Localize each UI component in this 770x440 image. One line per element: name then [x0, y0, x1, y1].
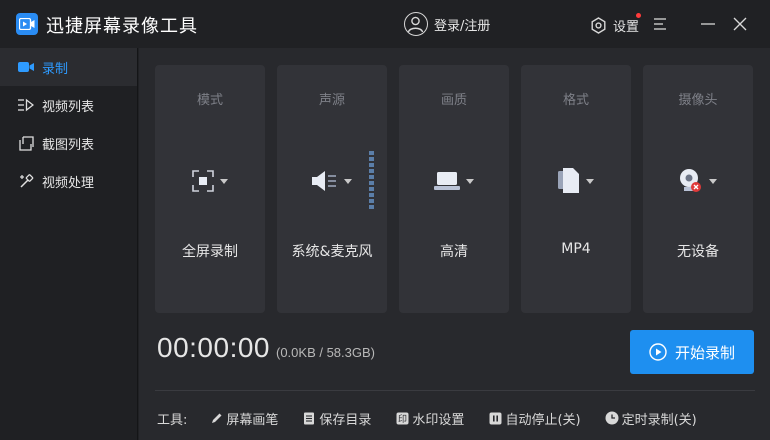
play-circle-icon [649, 343, 667, 361]
card-value: 全屏录制 [182, 244, 238, 260]
webcam-selector[interactable] [643, 165, 753, 197]
card-value: 无设备 [677, 244, 719, 260]
menu-button[interactable] [650, 14, 670, 34]
screenshot-list-icon [18, 135, 34, 151]
main-panel: 模式 全屏录制 声源 系统&麦克风 画质 高清 格式 MP4 摄像头 无设备 0… [139, 48, 770, 440]
card-value: 高清 [440, 244, 468, 260]
webcam-card[interactable]: 摄像头 无设备 [643, 65, 753, 313]
tool-label: 保存目录 [319, 412, 372, 428]
sidebar-item-record[interactable]: 录制 [0, 48, 137, 86]
notification-dot [636, 13, 641, 18]
pause-icon [488, 411, 502, 425]
camera-icon [18, 59, 34, 75]
gear-icon [591, 16, 606, 34]
sidebar-item-label: 截图列表 [42, 137, 95, 153]
recording-timer: 00:00:00 [157, 332, 270, 363]
app-title: 迅捷屏幕录像工具 [46, 16, 198, 37]
webcam-off-icon [680, 169, 701, 192]
menu-icon [654, 18, 666, 30]
format-card[interactable]: 格式 MP4 [521, 65, 631, 313]
chevron-down-icon [344, 178, 352, 184]
minimize-icon [701, 23, 715, 25]
settings-button[interactable]: 设置 [590, 13, 641, 35]
chevron-down-icon [586, 178, 594, 184]
user-avatar-icon [404, 12, 428, 36]
card-title: 模式 [196, 93, 223, 108]
chevron-down-icon [466, 178, 474, 184]
option-cards: 模式 全屏录制 声源 系统&麦克风 画质 高清 格式 MP4 摄像头 无设备 [155, 65, 753, 313]
clock-icon [605, 411, 619, 425]
sidebar-item-label: 录制 [42, 61, 69, 77]
sidebar-item-video-process[interactable]: 视频处理 [0, 162, 137, 200]
divider [155, 390, 755, 391]
quality-selector[interactable] [399, 165, 509, 197]
card-title: 声源 [318, 93, 345, 108]
sidebar: 录制 视频列表 截图列表 视频处理 [0, 48, 138, 440]
folder-icon [302, 411, 316, 425]
sidebar-item-screenshot-list[interactable]: 截图列表 [0, 124, 137, 162]
file-icon [558, 168, 579, 193]
sidebar-item-label: 视频列表 [42, 99, 95, 115]
app-logo-icon [16, 13, 38, 35]
start-recording-label: 开始录制 [674, 343, 735, 362]
tool-label: 水印设置 [412, 412, 465, 428]
card-value: 系统&麦克风 [291, 244, 373, 260]
format-selector[interactable] [521, 165, 631, 197]
scheduled-recording-tool[interactable]: 定时录制(关) [605, 409, 697, 428]
tool-label: 屏幕画笔 [226, 412, 279, 428]
mode-selector[interactable] [155, 165, 265, 197]
login-label: 登录/注册 [434, 18, 491, 34]
auto-stop-tool[interactable]: 自动停止(关) [488, 409, 581, 428]
fullscreen-icon [192, 170, 214, 192]
svg-text:印: 印 [398, 413, 407, 425]
chevron-down-icon [709, 178, 717, 184]
audio-source-card[interactable]: 声源 系统&麦克风 [277, 65, 387, 313]
login-button[interactable]: 登录/注册 [404, 12, 490, 36]
tools-label: 工具: [157, 412, 188, 428]
settings-label: 设置 [613, 19, 640, 35]
tools-bar: 工具: 屏幕画笔 保存目录 印 水印设置 自动停止(关) 定时录制(关) [157, 408, 697, 428]
watermark-icon: 印 [395, 411, 409, 425]
volume-meter [369, 151, 374, 209]
watermark-settings-tool[interactable]: 印 水印设置 [395, 409, 464, 428]
file-size-info: (0.0KB / 58.3GB) [276, 345, 375, 360]
close-button[interactable] [730, 14, 750, 34]
start-recording-button[interactable]: 开始录制 [630, 330, 754, 374]
quality-card[interactable]: 画质 高清 [399, 65, 509, 313]
sidebar-item-label: 视频处理 [42, 175, 95, 191]
speaker-icon [312, 171, 336, 191]
card-title: 摄像头 [678, 93, 718, 108]
save-directory-tool[interactable]: 保存目录 [302, 409, 371, 428]
title-bar: 迅捷屏幕录像工具 登录/注册 设置 [0, 0, 770, 48]
video-list-icon [18, 97, 34, 113]
minimize-button[interactable] [698, 14, 718, 34]
mode-card[interactable]: 模式 全屏录制 [155, 65, 265, 313]
laptop-icon [434, 172, 460, 190]
screen-pen-tool[interactable]: 屏幕画笔 [209, 409, 278, 428]
sidebar-item-video-list[interactable]: 视频列表 [0, 86, 137, 124]
tool-label: 定时录制(关) [621, 412, 697, 428]
card-title: 画质 [440, 93, 467, 108]
pen-icon [209, 411, 223, 425]
close-icon [733, 17, 747, 31]
video-process-icon [18, 173, 34, 189]
chevron-down-icon [220, 178, 228, 184]
tool-label: 自动停止(关) [505, 412, 581, 428]
card-title: 格式 [562, 93, 589, 108]
card-value: MP4 [561, 241, 591, 257]
